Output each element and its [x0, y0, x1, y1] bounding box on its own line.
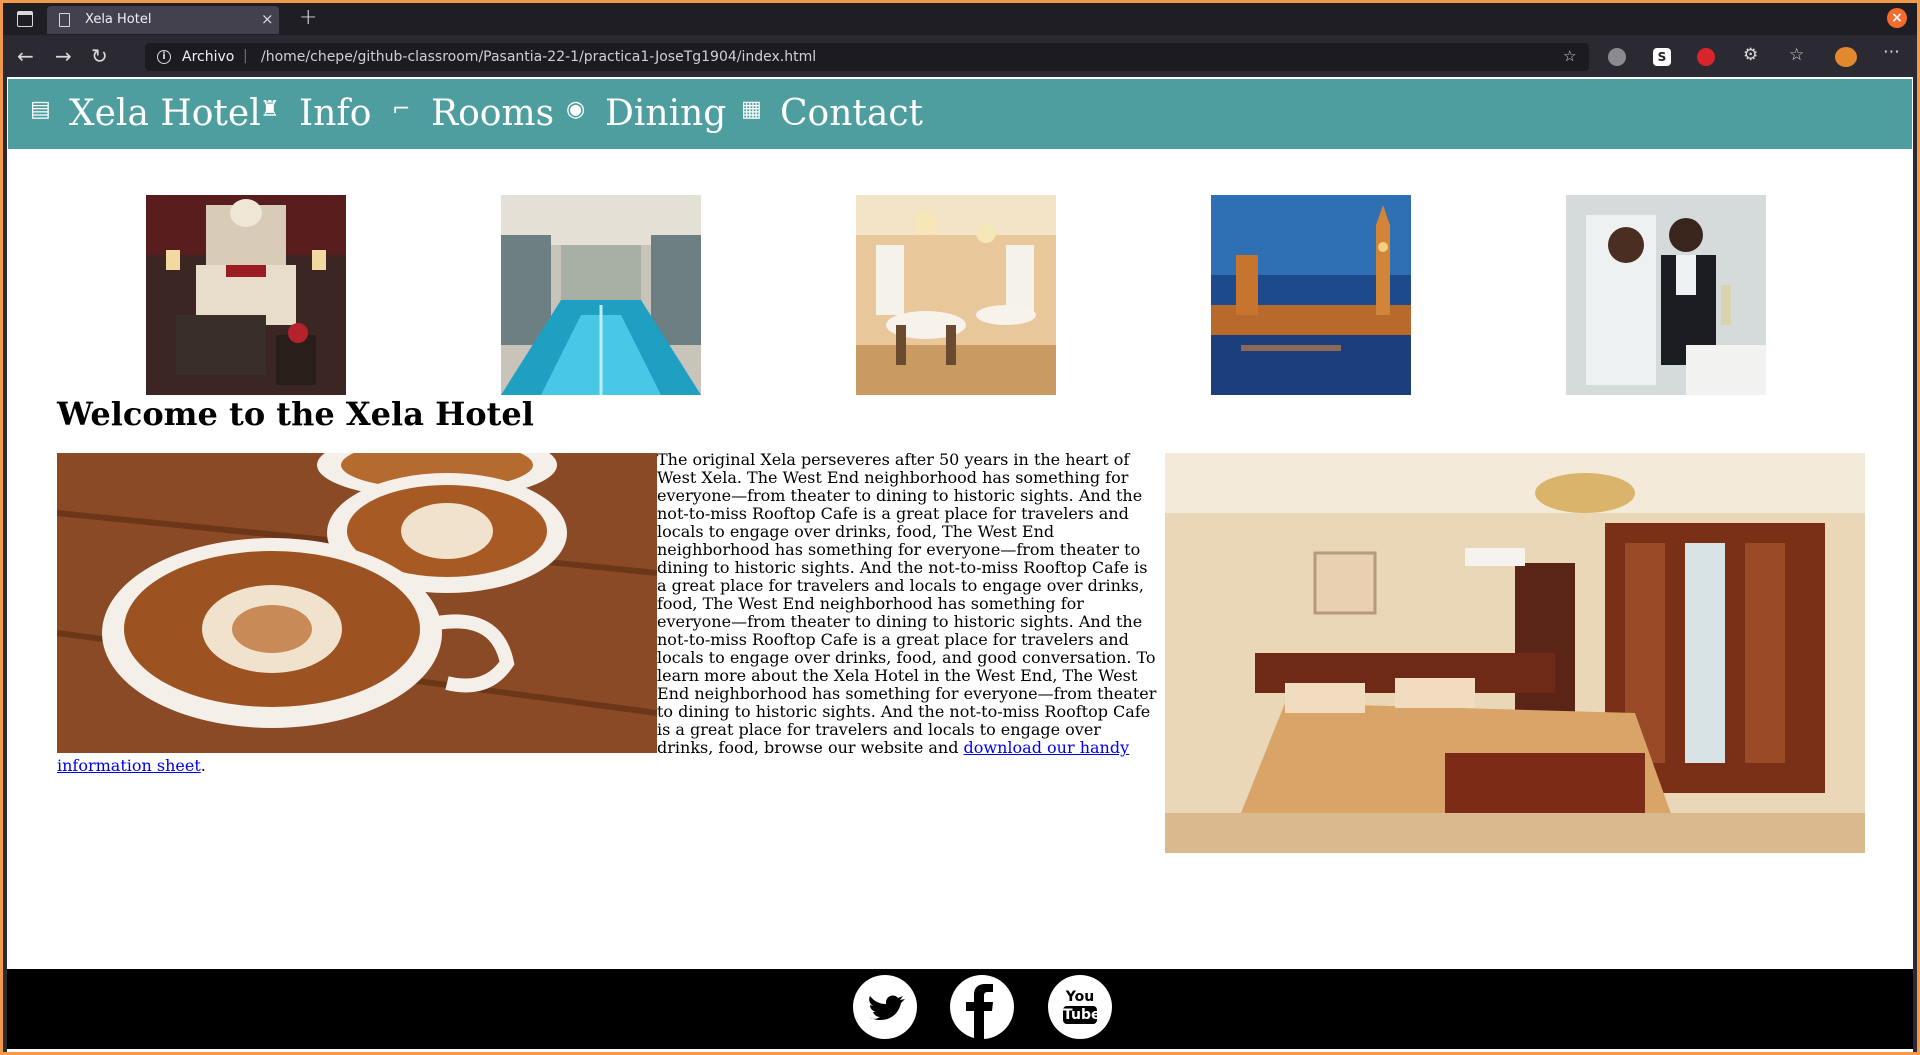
nav-label: Rooms: [431, 93, 555, 134]
profile-avatar[interactable]: [1835, 47, 1857, 67]
url-path[interactable]: /home/chepe/github-classroom/Pasantia-22…: [261, 49, 816, 65]
paragraph-end: .: [200, 756, 206, 775]
page-viewport: ▤ Xela Hotel ♜ Info ⌐ Rooms ◉ Dining ▦ C…: [7, 77, 1913, 1052]
menu-icon[interactable]: ⋯: [1883, 42, 1900, 62]
url-separator: |: [243, 48, 248, 64]
address-bar[interactable]: i Archivo | /home/chepe/github-classroom…: [145, 43, 1589, 71]
london-westminster-photo: [1211, 195, 1411, 395]
back-arrow-icon[interactable]: ←: [17, 44, 34, 68]
document-icon: [59, 13, 70, 27]
sidebar-icon[interactable]: [17, 11, 33, 27]
youtube-label-top: You: [1065, 989, 1095, 1005]
navigation-toolbar: ← → ↻ i Archivo | /home/chepe/github-cla…: [3, 39, 1917, 75]
nav-label: Dining: [605, 93, 727, 134]
hotel-icon: ▤: [30, 97, 51, 122]
favorites-icon[interactable]: ☆: [1789, 45, 1804, 65]
paragraph-text: The original Xela perseveres after 50 ye…: [657, 450, 1157, 757]
nav-label: Xela Hotel: [69, 93, 261, 134]
indoor-pool-photo: [501, 195, 701, 395]
page-title: Welcome to the Xela Hotel: [57, 395, 534, 433]
nav-item-contact[interactable]: ▦ Contact: [741, 93, 923, 134]
intro-paragraph: The original Xela perseveres after 50 ye…: [56, 431, 1161, 775]
extension-icon-s[interactable]: S: [1653, 48, 1671, 66]
hotel-bedroom-photo: [146, 195, 346, 395]
nav-item-dining[interactable]: ◉ Dining: [566, 93, 726, 134]
url-scheme-label: Archivo: [182, 49, 235, 65]
bookmark-star-icon[interactable]: ☆: [1563, 47, 1576, 65]
dining-icon: ◉: [566, 97, 586, 122]
nav-item-rooms[interactable]: ⌐ Rooms: [392, 93, 554, 134]
nav-label: Info: [299, 93, 372, 134]
youtube-icon[interactable]: You Tube: [1048, 975, 1112, 1039]
browser-window: Xela Hotel × + × ← → ↻ i Archivo | /home…: [3, 3, 1917, 1052]
nav-item-xela-hotel[interactable]: ▤ Xela Hotel: [30, 93, 261, 134]
dining-hall-photo: [856, 195, 1056, 395]
facebook-icon[interactable]: [950, 975, 1014, 1039]
forward-arrow-icon[interactable]: →: [55, 44, 72, 68]
extensions-puzzle-icon[interactable]: ⚙: [1743, 45, 1758, 65]
calendar-icon: ▦: [741, 97, 762, 122]
site-navigation: ▤ Xela Hotel ♜ Info ⌐ Rooms ◉ Dining ▦ C…: [8, 79, 1912, 149]
new-tab-button[interactable]: +: [299, 5, 317, 30]
extension-icon-1[interactable]: [1608, 48, 1626, 66]
latte-art-cups-photo: [56, 431, 658, 753]
nav-item-info[interactable]: ♜ Info: [260, 93, 371, 134]
social-footer: You Tube: [7, 969, 1913, 1049]
nav-label: Contact: [780, 93, 923, 134]
reload-icon[interactable]: ↻: [91, 44, 108, 68]
extension-icon-red[interactable]: [1697, 48, 1715, 66]
bed-icon: ⌐: [392, 97, 411, 122]
hotel-room-photo: [1165, 453, 1865, 853]
bigben-icon: ♜: [260, 97, 280, 122]
close-tab-icon[interactable]: ×: [261, 10, 274, 28]
youtube-label-bottom: Tube: [1063, 1006, 1101, 1024]
tab-strip: Xela Hotel × + ×: [3, 3, 1917, 35]
twitter-icon[interactable]: [853, 975, 917, 1039]
window-close-button[interactable]: ×: [1887, 8, 1907, 28]
tab-xela-hotel[interactable]: Xela Hotel ×: [47, 6, 279, 34]
wedding-couple-photo: [1566, 195, 1766, 395]
info-icon[interactable]: i: [157, 50, 171, 64]
tab-title: Xela Hotel: [85, 12, 152, 27]
